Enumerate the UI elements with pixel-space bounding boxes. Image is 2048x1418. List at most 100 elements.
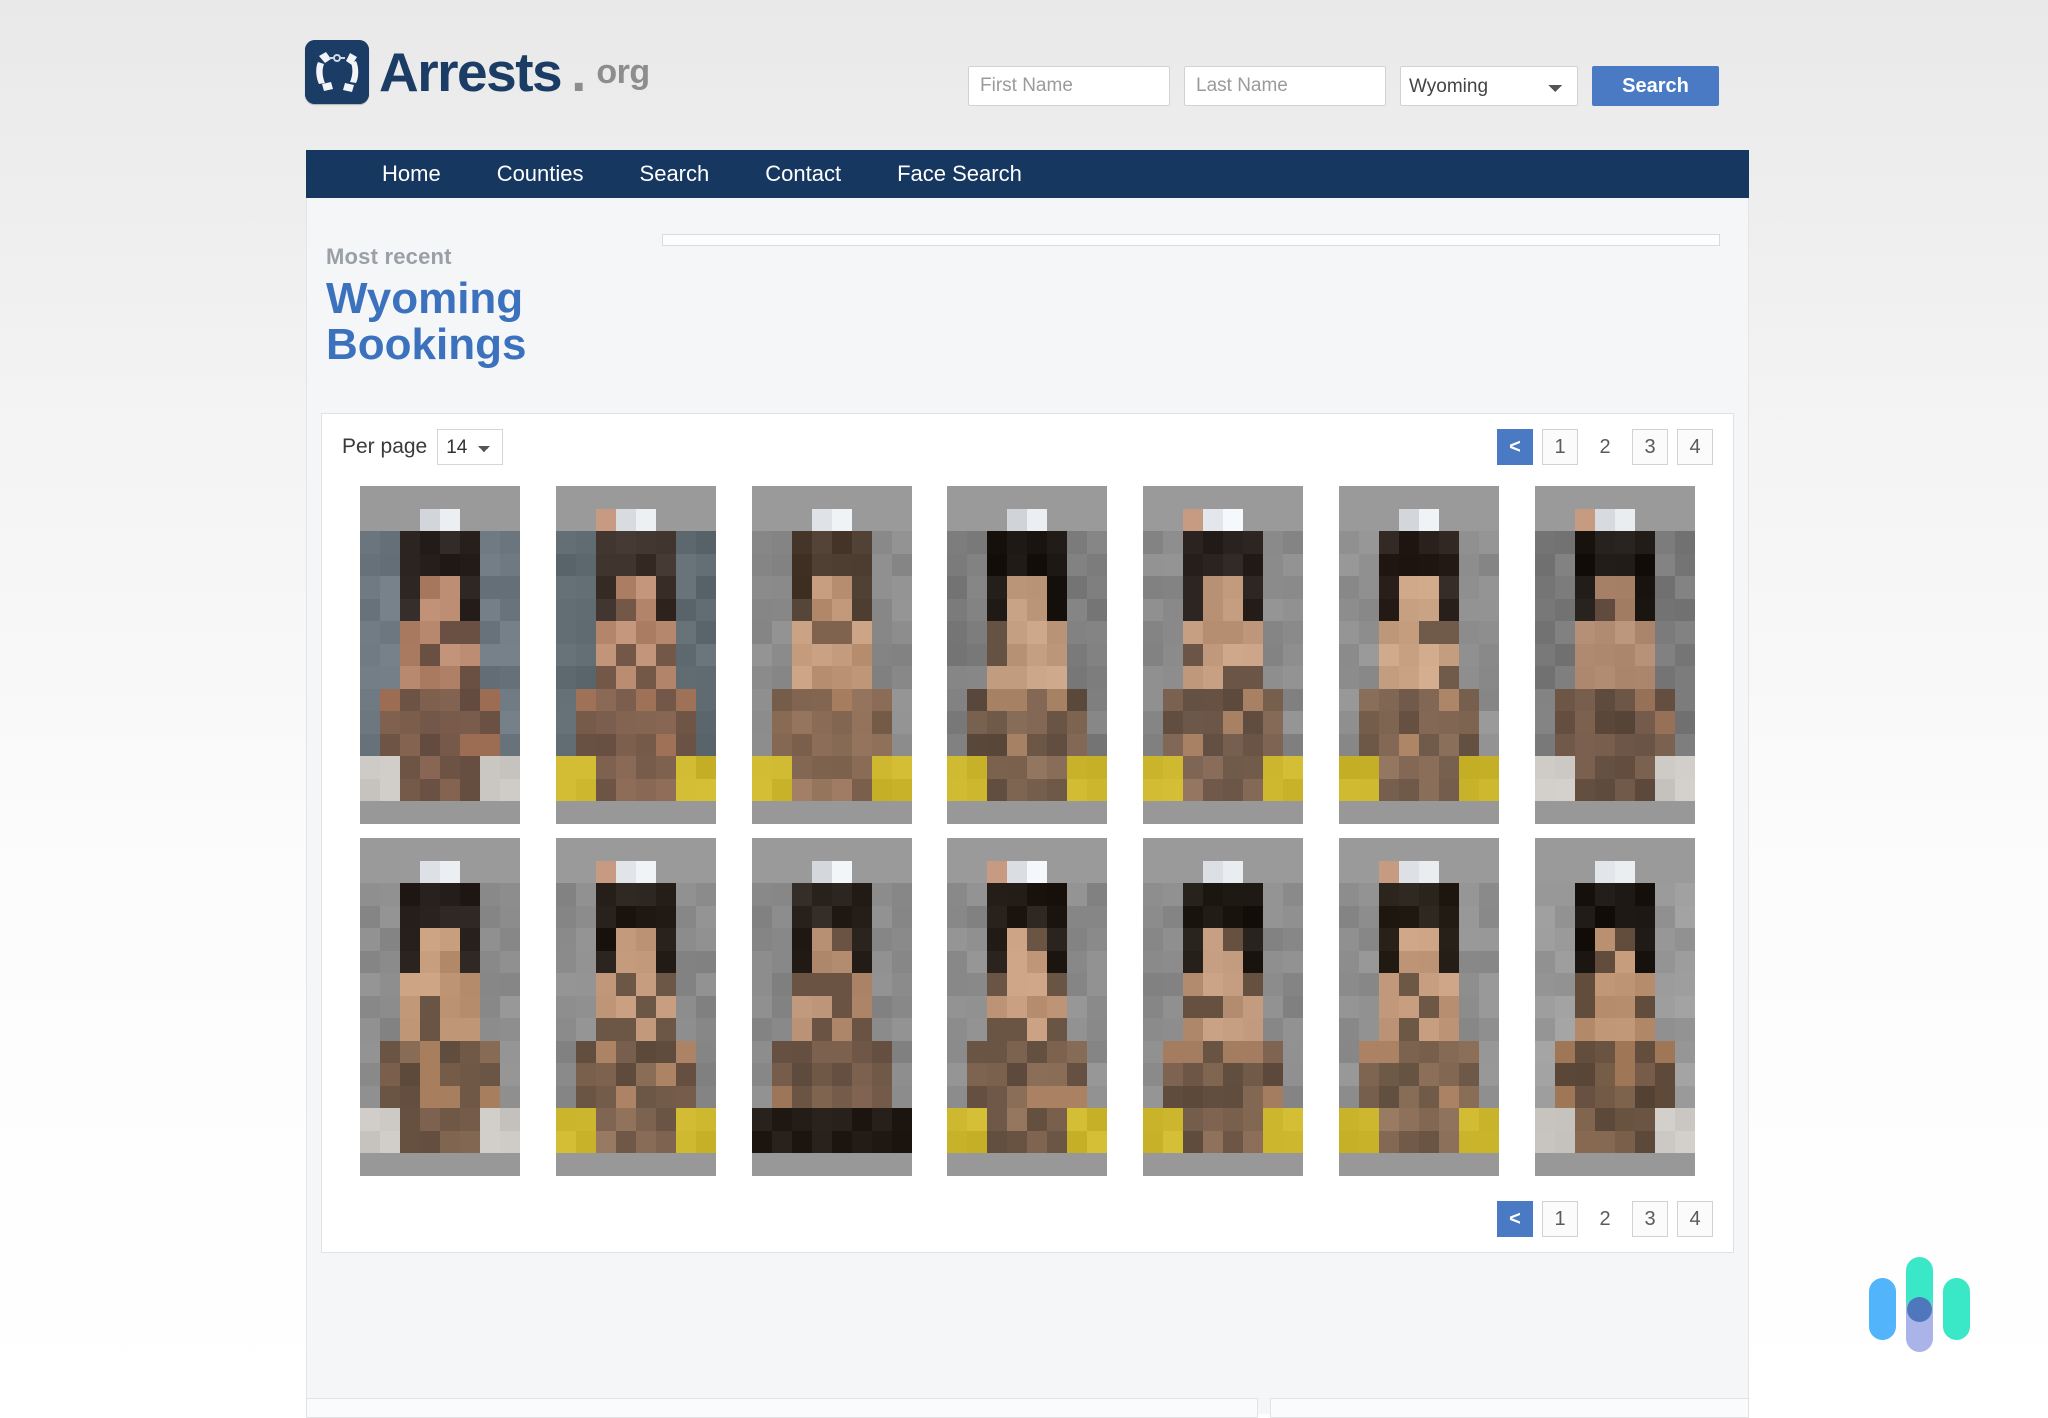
- booking-photo-thumbnail[interactable]: [1535, 486, 1696, 824]
- nav-item-contact[interactable]: Contact: [737, 150, 869, 198]
- pixel-block: [1675, 756, 1696, 780]
- pixel-block: [1595, 1085, 1616, 1109]
- pixel-block: [1635, 598, 1656, 622]
- pixel-block: [1183, 643, 1204, 667]
- pagination-page-3[interactable]: 3: [1632, 429, 1668, 465]
- booking-photo-thumbnail[interactable]: [947, 486, 1108, 824]
- pixel-block: [1459, 973, 1480, 997]
- booking-photo-thumbnail[interactable]: [1143, 486, 1304, 824]
- pixel-block: [1379, 1018, 1400, 1042]
- pixel-block: [871, 973, 892, 997]
- pixel-block: [1555, 905, 1576, 929]
- search-button[interactable]: Search: [1592, 66, 1719, 106]
- pagination-prev-button-bottom[interactable]: <: [1497, 1201, 1533, 1237]
- pixel-block: [1359, 643, 1380, 667]
- pixel-block: [1535, 553, 1556, 577]
- state-select[interactable]: Wyoming: [1400, 66, 1578, 106]
- booking-photo-thumbnail[interactable]: [1339, 486, 1500, 824]
- pixel-block: [479, 486, 500, 509]
- nav-item-face-search[interactable]: Face Search: [869, 150, 1050, 198]
- booking-photo-thumbnail[interactable]: [359, 838, 520, 1176]
- pixel-block: [831, 1085, 852, 1109]
- pixel-block: [1143, 778, 1164, 802]
- pagination-page-1-bottom[interactable]: 1: [1542, 1201, 1578, 1237]
- pixel-block: [1459, 905, 1480, 929]
- booking-photo-thumbnail[interactable]: [947, 838, 1108, 1176]
- nav-item-home[interactable]: Home: [354, 150, 469, 198]
- pixel-block: [987, 883, 1008, 907]
- first-name-input[interactable]: [968, 66, 1170, 106]
- pixel-block: [1143, 508, 1164, 532]
- last-name-input[interactable]: [1184, 66, 1386, 106]
- pixel-block: [399, 756, 420, 780]
- pagination-page-4[interactable]: 4: [1677, 429, 1713, 465]
- pixel-block: [947, 688, 968, 712]
- pixel-block: [1243, 711, 1264, 735]
- pagination-page-1[interactable]: 1: [1542, 429, 1578, 465]
- pagination-prev-button[interactable]: <: [1497, 429, 1533, 465]
- pixel-block: [1163, 621, 1184, 645]
- pixel-block: [1223, 1130, 1244, 1154]
- pixel-block: [1143, 688, 1164, 712]
- pagination-page-4-bottom[interactable]: 4: [1677, 1201, 1713, 1237]
- pixel-block: [1339, 1108, 1360, 1132]
- pixel-block: [359, 733, 380, 757]
- pixel-block: [831, 928, 852, 952]
- pixel-block: [891, 1040, 912, 1064]
- booking-photo-thumbnail[interactable]: [751, 838, 912, 1176]
- pixel-block: [1263, 778, 1284, 802]
- per-page-select[interactable]: 14: [437, 429, 504, 465]
- site-logo[interactable]: Arrests. org: [305, 40, 650, 104]
- pixel-block: [751, 1063, 772, 1087]
- booking-photo-thumbnail[interactable]: [359, 486, 520, 824]
- pixel-block: [695, 756, 716, 780]
- pixel-block: [1183, 838, 1204, 861]
- pixel-block: [675, 1108, 696, 1132]
- pixel-block: [1655, 778, 1676, 802]
- pixel-block: [1555, 801, 1576, 824]
- pixel-block: [555, 621, 576, 645]
- pixel-block: [1359, 756, 1380, 780]
- pixel-block: [419, 1040, 440, 1064]
- nav-item-counties[interactable]: Counties: [469, 150, 612, 198]
- pixel-block: [655, 1130, 676, 1154]
- pixel-block: [1163, 928, 1184, 952]
- pixel-block: [831, 1130, 852, 1154]
- pagination-page-3-bottom[interactable]: 3: [1632, 1201, 1668, 1237]
- pixel-block: [987, 553, 1008, 577]
- booking-photo-thumbnail[interactable]: [555, 486, 716, 824]
- booking-photo-thumbnail[interactable]: [555, 838, 716, 1176]
- pixel-block: [811, 1018, 832, 1042]
- pixel-block: [1459, 838, 1480, 861]
- pixel-block: [1283, 508, 1304, 532]
- booking-photo-cell: [1125, 486, 1321, 838]
- pixel-block: [1087, 553, 1108, 577]
- pixel-block: [675, 643, 696, 667]
- pixel-block: [459, 1040, 480, 1064]
- chat-widget[interactable]: [1869, 1255, 1970, 1352]
- pixel-block: [987, 711, 1008, 735]
- nav-item-search[interactable]: Search: [612, 150, 738, 198]
- pixel-block: [1655, 1085, 1676, 1109]
- pixel-block: [811, 508, 832, 532]
- pixel-block: [1459, 928, 1480, 952]
- pixel-block: [575, 666, 596, 690]
- pagination-page-2[interactable]: 2: [1587, 429, 1623, 465]
- pixel-block: [379, 643, 400, 667]
- pixel-block: [871, 1085, 892, 1109]
- pagination-page-2-bottom[interactable]: 2: [1587, 1201, 1623, 1237]
- booking-photo-thumbnail[interactable]: [1143, 838, 1304, 1176]
- pixel-block: [1223, 576, 1244, 600]
- pixel-block: [1635, 883, 1656, 907]
- booking-photo-thumbnail[interactable]: [1339, 838, 1500, 1176]
- booking-photo-thumbnail[interactable]: [1535, 838, 1696, 1176]
- pixel-block: [635, 1085, 656, 1109]
- pixel-block: [1575, 973, 1596, 997]
- booking-photo-thumbnail[interactable]: [751, 486, 912, 824]
- pixel-block: [1283, 1040, 1304, 1064]
- pixel-block: [811, 1040, 832, 1064]
- pixel-block: [595, 553, 616, 577]
- pixel-block: [595, 973, 616, 997]
- pixel-block: [1379, 928, 1400, 952]
- pixel-block: [1459, 1085, 1480, 1109]
